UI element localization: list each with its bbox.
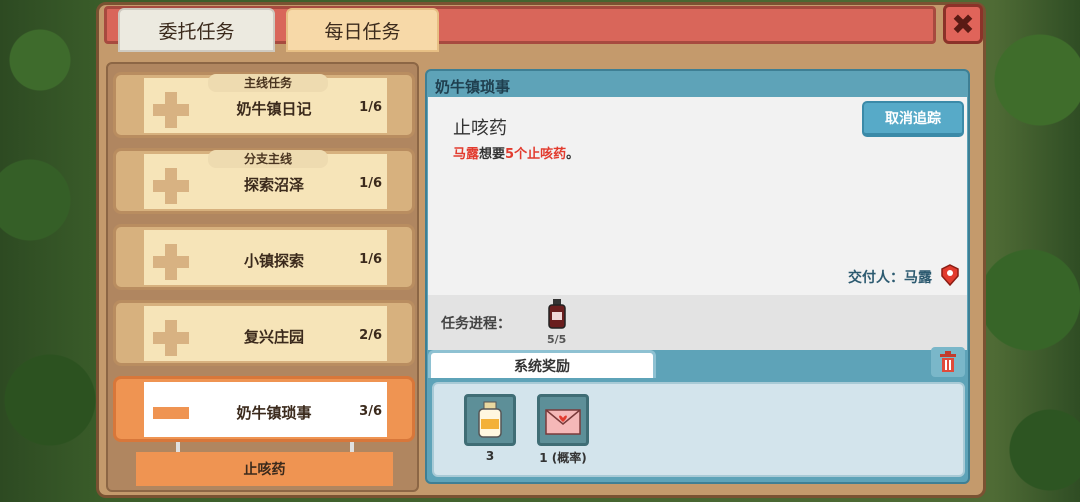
close-icon: ✖ (951, 7, 975, 41)
trash-icon (940, 351, 956, 372)
expand-plus-icon[interactable] (153, 244, 189, 280)
quest-progress-count: 1/6 (359, 100, 382, 115)
npc-name: 马露 (453, 147, 480, 162)
cough-medicine-bottle-icon (548, 299, 566, 329)
detail-header: 奶牛镇琐事 (435, 78, 511, 96)
quest-tag: 主线任务 (208, 74, 328, 92)
quest-progress-count: 1/6 (359, 176, 382, 191)
quest-title: 小镇探索 (243, 252, 304, 270)
collapse-minus-icon[interactable] (153, 407, 189, 419)
tab-system-rewards[interactable]: 系统奖励 (428, 350, 656, 378)
expand-plus-icon[interactable] (153, 168, 189, 204)
quest-item-revive-farm[interactable]: 复兴庄园 2/6 (113, 300, 415, 366)
expand-plus-icon[interactable] (153, 92, 189, 128)
reward-slot-milk[interactable] (464, 394, 516, 446)
reward-slot-love-letter[interactable] (537, 394, 589, 446)
detail-title: 止咳药 (453, 118, 507, 139)
quest-progress-count: 1/6 (359, 252, 382, 267)
desc-text: 想要 (479, 147, 506, 162)
close-button[interactable]: ✖ (943, 4, 983, 44)
connector (350, 442, 354, 452)
quest-title: 复兴庄园 (243, 328, 304, 346)
quest-giver-label: 交付人：马露 (848, 270, 932, 286)
reward-quantity: 3 (485, 449, 495, 463)
desc-text-end: 。 (566, 147, 580, 162)
quest-progress-count: 2/6 (359, 328, 382, 343)
quest-tag: 分支主线 (208, 150, 328, 168)
quest-title: 奶牛镇日记 (236, 100, 312, 118)
detail-description: 马露想要5个止咳药。 (453, 143, 579, 162)
tab-daily-quests[interactable]: 每日任务 (286, 8, 439, 52)
sub-quest-cough-medicine[interactable]: 止咳药 (136, 452, 393, 486)
reward-quantity: 1 (概率) (539, 451, 587, 465)
quest-item-cowtown-diary[interactable]: 主线任务 奶牛镇日记 1/6 (113, 72, 415, 138)
quest-item-town-explore[interactable]: 小镇探索 1/6 (113, 224, 415, 290)
tab-commission-quests[interactable]: 委托任务 (118, 8, 275, 52)
required-item: 5个止咳药 (505, 147, 567, 162)
untrack-button[interactable]: 取消追踪 (862, 101, 964, 137)
quest-item-explore-swamp[interactable]: 分支主线 探索沼泽 1/6 (113, 148, 415, 214)
milk-bottle-icon (478, 401, 502, 438)
location-marker-icon[interactable] (940, 264, 960, 286)
progress-count: 5/5 (547, 333, 567, 346)
expand-plus-icon[interactable] (153, 320, 189, 356)
love-letter-icon (545, 409, 581, 435)
progress-label: 任务进程： (441, 316, 511, 332)
quest-progress-count: 3/6 (359, 404, 382, 419)
quest-title: 探索沼泽 (243, 176, 304, 194)
quest-title: 奶牛镇琐事 (236, 404, 312, 422)
delete-quest-button[interactable] (931, 347, 965, 377)
connector (176, 442, 180, 452)
quest-item-cowtown-chores[interactable]: 奶牛镇琐事 3/6 (113, 376, 415, 442)
